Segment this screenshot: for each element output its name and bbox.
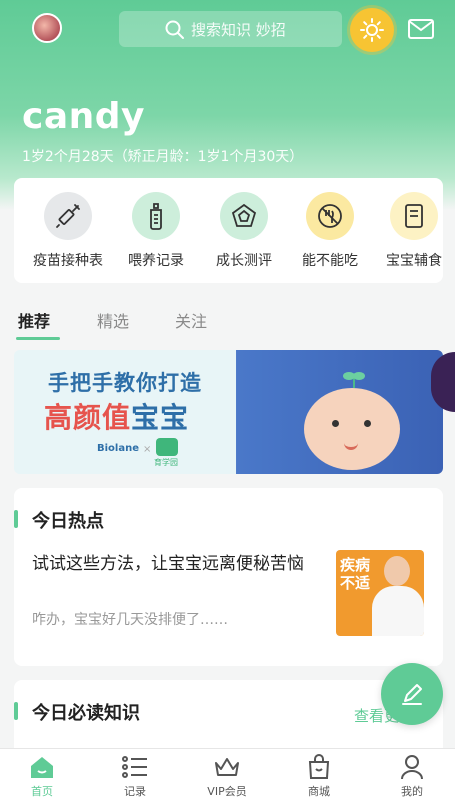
- article-summary: 咋办，宝宝好几天没排便了……: [32, 612, 228, 628]
- home-icon: [31, 757, 53, 778]
- bottom-nav: 首页 记录 VIP会员 商城 我的: [0, 748, 455, 800]
- username: candy: [22, 96, 145, 137]
- quick-action-label: 成长测评: [216, 253, 272, 269]
- search-placeholder: 搜索知识 妙招: [191, 20, 286, 39]
- nav-label: 记录: [124, 785, 146, 798]
- article-title[interactable]: 试试这些方法，让宝宝远离便秘苦恼: [32, 550, 322, 578]
- avatar[interactable]: [32, 13, 62, 43]
- search-input[interactable]: 搜索知识 妙招: [119, 11, 342, 47]
- syringe-icon: [56, 204, 80, 228]
- compose-button[interactable]: [381, 663, 443, 725]
- baby-age: 1岁2个月28天（矫正月龄：1岁1个月30天）: [22, 149, 304, 165]
- nav-shop[interactable]: 商城: [284, 753, 354, 799]
- user-icon: [401, 755, 423, 780]
- nav-label: VIP会员: [207, 785, 247, 798]
- banner-brand-biolane: Biolane: [97, 443, 139, 454]
- nav-home[interactable]: 首页: [7, 753, 77, 799]
- tab-following[interactable]: 关注: [175, 308, 207, 332]
- quick-action-label: 宝宝辅食: [386, 253, 442, 269]
- banner-brand-yuxueyuan: 育学园: [154, 458, 178, 467]
- tab-recommended[interactable]: 推荐: [18, 308, 50, 332]
- promo-banner[interactable]: 手把手教你打造 高颜值宝宝 Biolane × 育学园: [14, 350, 443, 474]
- baby-illustration: [304, 388, 400, 470]
- top-bar: 搜索知识 妙招: [0, 0, 455, 56]
- banner-brand-separator: ×: [143, 444, 152, 455]
- crown-icon: [215, 758, 239, 776]
- nav-label: 商城: [308, 785, 330, 798]
- tab-featured[interactable]: 精选: [97, 308, 129, 332]
- quick-action-baby-food[interactable]: 宝宝辅食: [374, 192, 443, 270]
- quick-action-can-eat[interactable]: 能不能吃: [290, 192, 370, 270]
- nav-records[interactable]: 记录: [100, 753, 170, 799]
- no-food-icon: [318, 204, 342, 228]
- bottle-icon: [150, 203, 162, 230]
- shopping-bag-icon: [308, 754, 330, 779]
- quick-actions: 疫苗接种表 喂养记录 成长测评 能不能吃 宝宝辅食: [14, 178, 443, 283]
- list-icon: [122, 756, 147, 778]
- nav-vip[interactable]: VIP会员: [192, 753, 262, 799]
- pentagon-icon: [231, 203, 257, 227]
- pencil-icon: [402, 684, 422, 705]
- section-title: 今日热点: [32, 511, 104, 532]
- feed-tabs: 推荐 精选 关注: [0, 300, 455, 340]
- quick-action-label: 能不能吃: [302, 253, 358, 269]
- hot-topics-card: 今日热点 试试这些方法，让宝宝远离便秘苦恼 咋办，宝宝好几天没排便了…… 疾病不…: [14, 488, 443, 666]
- quick-action-growth[interactable]: 成长测评: [204, 192, 284, 270]
- section-title: 今日必读知识: [32, 703, 140, 724]
- search-icon: [165, 20, 184, 39]
- article-thumbnail[interactable]: 疾病不适: [336, 550, 424, 636]
- banner-headline: 手把手教你打造: [48, 371, 202, 395]
- quick-action-label: 喂养记录: [128, 253, 184, 269]
- quick-action-label: 疫苗接种表: [33, 253, 103, 269]
- thumbnail-caption: 疾病不适: [340, 556, 371, 592]
- nav-profile[interactable]: 我的: [377, 753, 447, 799]
- nav-label: 我的: [401, 785, 423, 798]
- quick-action-feeding[interactable]: 喂养记录: [116, 192, 196, 270]
- banner-brand-logo: [156, 438, 178, 456]
- active-tab-indicator: [16, 337, 60, 340]
- banner-subheadline: 高颜值宝宝: [44, 401, 190, 434]
- nav-label: 首页: [31, 785, 53, 798]
- book-icon: [405, 204, 423, 228]
- sun-icon: [360, 18, 384, 42]
- quick-action-vaccine[interactable]: 疫苗接种表: [28, 192, 108, 270]
- sprout-icon: [343, 372, 365, 388]
- sun-button[interactable]: [350, 8, 394, 52]
- mail-icon[interactable]: [408, 18, 434, 40]
